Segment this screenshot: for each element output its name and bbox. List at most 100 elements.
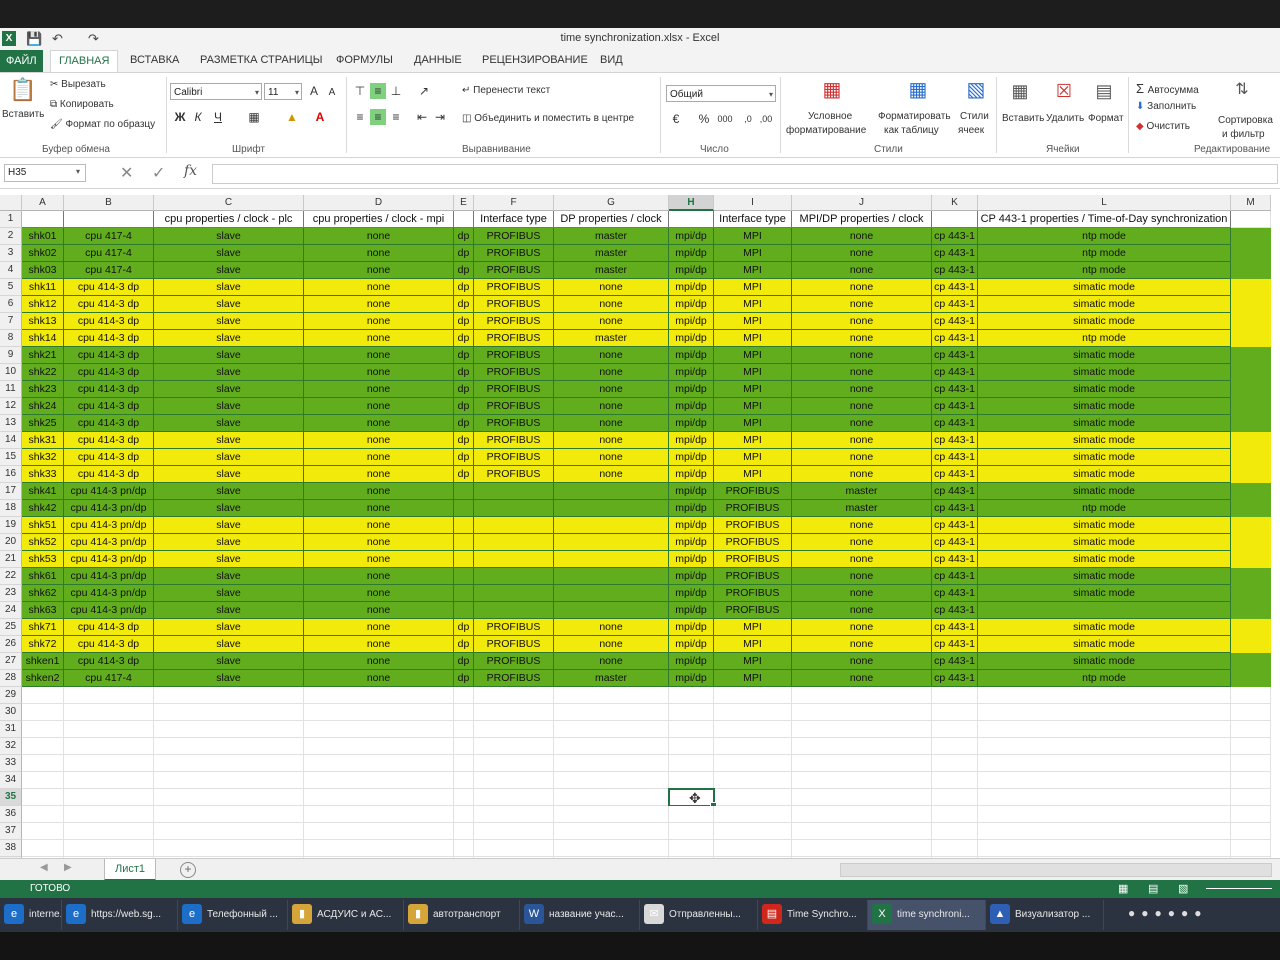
table-cell[interactable]: PROFIBUS xyxy=(714,500,792,517)
table-cell[interactable]: simatic mode xyxy=(978,517,1231,534)
table-cell[interactable]: cpu 414-3 dp xyxy=(64,398,154,415)
table-cell[interactable]: dp xyxy=(454,296,474,313)
row-header[interactable]: 5 xyxy=(0,279,22,296)
table-cell[interactable]: none xyxy=(304,449,454,466)
table-cell[interactable] xyxy=(474,568,554,585)
add-sheet-icon[interactable]: + xyxy=(180,862,196,878)
table-cell[interactable]: none xyxy=(304,568,454,585)
cell[interactable] xyxy=(978,789,1231,806)
shrink-font-icon[interactable]: A xyxy=(324,85,340,101)
table-cell[interactable]: none xyxy=(554,636,669,653)
table-cell[interactable]: shk25 xyxy=(22,415,64,432)
horizontal-scrollbar[interactable] xyxy=(840,863,1272,877)
table-cell[interactable]: none xyxy=(792,585,932,602)
taskbar-item[interactable]: ▲ Визуализатор ... xyxy=(986,900,1104,930)
row-header[interactable]: 32 xyxy=(0,738,22,755)
table-cell[interactable] xyxy=(554,534,669,551)
table-cell[interactable]: cpu 414-3 pn/dp xyxy=(64,500,154,517)
cell[interactable] xyxy=(714,840,792,857)
borders-icon[interactable]: ▦ xyxy=(246,109,262,125)
table-cell[interactable]: ntp mode xyxy=(978,262,1231,279)
cell[interactable] xyxy=(1231,840,1271,857)
table-cell[interactable]: none xyxy=(792,568,932,585)
cut-button[interactable]: ✂ Вырезать xyxy=(50,79,106,90)
cell[interactable] xyxy=(154,755,304,772)
table-cell[interactable]: MPI xyxy=(714,347,792,364)
table-cell[interactable]: slave xyxy=(154,568,304,585)
table-cell[interactable]: none xyxy=(554,279,669,296)
sort-filter-button[interactable]: Сортировка xyxy=(1218,115,1273,126)
table-cell[interactable]: none xyxy=(554,347,669,364)
table-cell[interactable]: dp xyxy=(454,670,474,687)
cell[interactable] xyxy=(792,721,932,738)
cell[interactable] xyxy=(714,721,792,738)
insert-cells-button[interactable]: Вставить xyxy=(1002,113,1044,124)
table-cell[interactable]: cp 443-1 xyxy=(932,449,978,466)
table-cell[interactable]: MPI xyxy=(714,449,792,466)
table-cell[interactable]: cpu 414-3 dp xyxy=(64,313,154,330)
row-header[interactable]: 34 xyxy=(0,772,22,789)
column-header-g[interactable]: G xyxy=(554,195,669,211)
cell[interactable] xyxy=(474,789,554,806)
table-cell[interactable]: cpu 414-3 pn/dp xyxy=(64,517,154,534)
format-cells-icon[interactable]: ▤ xyxy=(1092,81,1116,105)
page-break-icon[interactable]: ▧ xyxy=(1178,882,1188,895)
table-cell[interactable]: none xyxy=(304,636,454,653)
taskbar-item[interactable]: e Телефонный ... xyxy=(178,900,288,930)
table-cell[interactable]: mpi/dp xyxy=(669,653,714,670)
table-cell[interactable]: slave xyxy=(154,449,304,466)
table-cell[interactable]: cp 443-1 xyxy=(932,330,978,347)
cell[interactable] xyxy=(22,772,64,789)
row-header[interactable]: 16 xyxy=(0,466,22,483)
scroll-right-icon[interactable]: ▶ xyxy=(64,862,72,873)
table-cell[interactable]: none xyxy=(792,636,932,653)
table-cell[interactable]: none xyxy=(304,245,454,262)
grow-font-icon[interactable]: A xyxy=(306,83,322,99)
column-header-h[interactable]: H xyxy=(669,195,714,211)
chevron-down-icon[interactable]: ▾ xyxy=(76,167,80,176)
table-cell[interactable]: PROFIBUS xyxy=(474,364,554,381)
table-cell[interactable]: cpu 417-4 xyxy=(64,245,154,262)
column-header-i[interactable]: I xyxy=(714,195,792,211)
table-cell[interactable]: cpu 414-3 dp xyxy=(64,466,154,483)
table-cell[interactable]: none xyxy=(792,228,932,245)
table-cell[interactable]: PROFIBUS xyxy=(474,398,554,415)
table-cell[interactable]: cp 443-1 xyxy=(932,313,978,330)
table-cell[interactable]: PROFIBUS xyxy=(474,415,554,432)
table-cell[interactable]: shk12 xyxy=(22,296,64,313)
table-cell[interactable] xyxy=(454,483,474,500)
table-cell[interactable]: PROFIBUS xyxy=(714,517,792,534)
cell[interactable] xyxy=(932,755,978,772)
column-header-b[interactable]: B xyxy=(64,195,154,211)
row-header[interactable]: 29 xyxy=(0,687,22,704)
cell[interactable] xyxy=(454,738,474,755)
row-header[interactable]: 30 xyxy=(0,704,22,721)
table-cell[interactable]: cp 443-1 xyxy=(932,415,978,432)
system-tray[interactable]: ●●●●●● xyxy=(1128,906,1208,920)
cell[interactable] xyxy=(554,772,669,789)
table-cell[interactable]: cpu 414-3 pn/dp xyxy=(64,568,154,585)
cell[interactable] xyxy=(474,772,554,789)
table-cell[interactable]: cpu 414-3 dp xyxy=(64,636,154,653)
cell[interactable] xyxy=(714,738,792,755)
table-cell[interactable] xyxy=(454,568,474,585)
table-cell[interactable]: cpu 414-3 dp xyxy=(64,432,154,449)
table-cell[interactable]: PROFIBUS xyxy=(474,381,554,398)
table-cell[interactable]: none xyxy=(554,449,669,466)
row-header[interactable]: 27 xyxy=(0,653,22,670)
cell[interactable] xyxy=(932,687,978,704)
table-cell[interactable]: cp 443-1 xyxy=(932,500,978,517)
table-cell[interactable]: cpu 414-3 dp xyxy=(64,653,154,670)
cell[interactable] xyxy=(932,772,978,789)
font-name-select[interactable]: Calibri ▾ xyxy=(170,83,262,100)
align-left-icon[interactable]: ≡ xyxy=(352,109,368,125)
decrease-indent-icon[interactable]: ⇤ xyxy=(414,109,430,125)
thousands-button[interactable]: 000 xyxy=(714,111,736,127)
row-header[interactable]: 21 xyxy=(0,551,22,568)
cell[interactable] xyxy=(1231,755,1271,772)
table-cell[interactable]: cp 443-1 xyxy=(932,466,978,483)
table-cell[interactable] xyxy=(554,517,669,534)
table-cell[interactable]: shk53 xyxy=(22,551,64,568)
cell[interactable] xyxy=(64,823,154,840)
table-cell[interactable]: mpi/dp xyxy=(669,228,714,245)
